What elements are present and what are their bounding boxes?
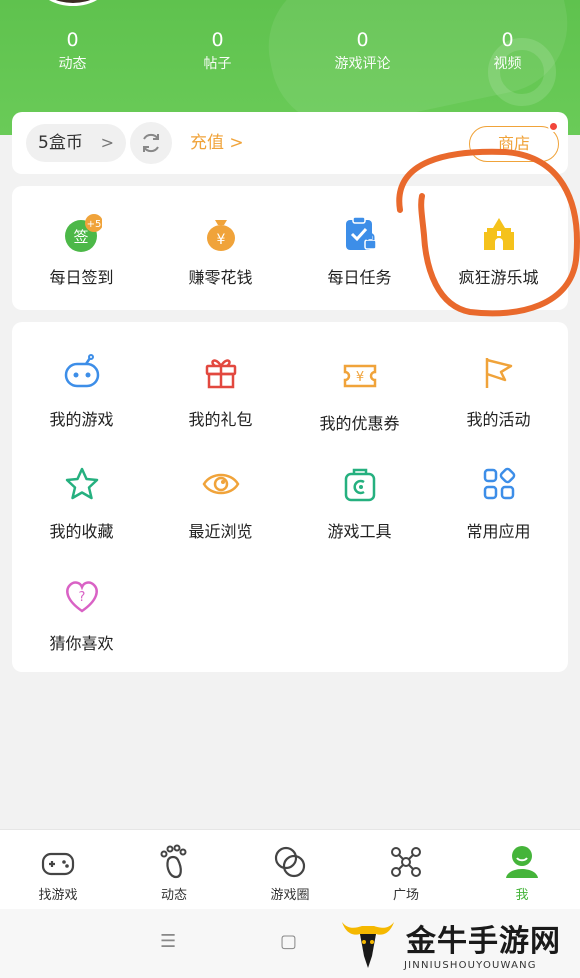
stat-videos[interactable]: 0 视频 xyxy=(435,28,580,76)
controller-icon xyxy=(38,842,78,882)
stat-label: 动态 xyxy=(58,56,87,72)
bottom-tab-bar: 找游戏 动态 游戏圈 广场 我 xyxy=(0,829,580,909)
crazy-amusement-city[interactable]: 疯狂游乐城 xyxy=(429,186,568,310)
quick-action-label: 赚零花钱 xyxy=(188,268,253,287)
tab-label: 我 xyxy=(515,888,529,903)
tab-label: 游戏圈 xyxy=(270,888,310,903)
stat-feed[interactable]: 0 动态 xyxy=(0,28,145,76)
sign-in-icon: 签 +5 xyxy=(62,214,103,254)
tab-label: 找游戏 xyxy=(38,888,78,903)
quick-actions-card: 签 +5 每日签到 ¥ 赚零花钱 每日任务 疯狂游乐城 xyxy=(12,186,568,310)
bull-logo-icon xyxy=(342,922,394,968)
sign-in-badge: +5 xyxy=(86,219,101,230)
stat-label: 游戏评论 xyxy=(334,56,391,72)
refresh-icon xyxy=(143,133,159,153)
menu-grid-card: 我的游戏 我的礼包 ¥ 我的优惠券 我的活动 我的收藏 最近浏览 游戏工具 常用… xyxy=(12,322,568,672)
menu-icon[interactable]: ☰ xyxy=(160,931,176,952)
coin-balance-label: 5盒币 xyxy=(38,133,83,153)
menu-my-favorites[interactable]: 我的收藏 xyxy=(12,464,151,542)
stats-row: 0 动态 0 帖子 0 游戏评论 0 视频 xyxy=(0,28,580,76)
task-clipboard-icon xyxy=(340,214,380,254)
menu-label: 我的礼包 xyxy=(188,410,253,429)
gamepad-icon xyxy=(62,352,102,392)
stat-value: 0 xyxy=(211,29,224,51)
money-bag-icon: ¥ xyxy=(201,214,241,254)
wallet-card: 5盒币 > 充值 > 商店 xyxy=(12,112,568,174)
quick-action-label: 每日签到 xyxy=(49,268,114,287)
daily-tasks[interactable]: 每日任务 xyxy=(290,186,429,310)
notification-dot xyxy=(548,121,559,132)
eye-icon xyxy=(201,464,241,504)
coupon-icon: ¥ xyxy=(340,356,380,396)
tab-label: 动态 xyxy=(160,888,187,903)
refresh-button[interactable] xyxy=(126,118,176,168)
stat-value: 0 xyxy=(356,29,369,51)
menu-label: 我的优惠券 xyxy=(319,414,400,433)
menu-label: 我的活动 xyxy=(466,410,531,429)
menu-label: 最近浏览 xyxy=(188,522,253,541)
heart-question-icon: ? xyxy=(62,576,102,616)
flag-icon xyxy=(479,352,519,392)
earn-pocket-money[interactable]: ¥ 赚零花钱 xyxy=(151,186,290,310)
menu-my-events[interactable]: 我的活动 xyxy=(429,352,568,430)
yuan-glyph: ¥ xyxy=(216,232,225,248)
apps-icon xyxy=(479,464,519,504)
toolbox-icon xyxy=(340,464,380,504)
stat-value: 0 xyxy=(66,29,79,51)
coin-balance-button[interactable]: 5盒币 > xyxy=(26,124,126,162)
menu-game-tools[interactable]: 游戏工具 xyxy=(290,464,429,542)
menu-my-games[interactable]: 我的游戏 xyxy=(12,352,151,430)
menu-label: 我的游戏 xyxy=(49,410,114,429)
avatar[interactable] xyxy=(38,0,108,6)
stat-label: 视频 xyxy=(493,56,522,72)
circles-icon xyxy=(270,842,310,882)
network-icon xyxy=(386,842,426,882)
stat-game-reviews[interactable]: 0 游戏评论 xyxy=(290,28,435,76)
menu-my-gifts[interactable]: 我的礼包 xyxy=(151,352,290,430)
stat-value: 0 xyxy=(501,29,514,51)
menu-common-apps[interactable]: 常用应用 xyxy=(429,464,568,542)
watermark-title: 金牛手游网 xyxy=(406,924,561,959)
tab-me[interactable]: 我 xyxy=(464,830,580,909)
person-icon xyxy=(502,842,542,882)
stat-label: 帖子 xyxy=(203,56,232,72)
quick-action-label: 疯狂游乐城 xyxy=(458,268,539,287)
watermark: 金牛手游网 JINNIUSHOUYOUWANG xyxy=(336,912,576,976)
menu-label: 常用应用 xyxy=(466,522,531,541)
svg-text:?: ? xyxy=(78,590,85,605)
tab-find-games[interactable]: 找游戏 xyxy=(0,830,116,909)
menu-label: 猜你喜欢 xyxy=(49,634,114,653)
chevron-right-icon: > xyxy=(100,133,114,152)
castle-icon xyxy=(479,214,519,254)
tab-game-circle[interactable]: 游戏圈 xyxy=(232,830,348,909)
watermark-subtitle: JINNIUSHOUYOUWANG xyxy=(404,960,537,971)
sign-in-glyph: 签 xyxy=(73,228,88,246)
menu-guess-you-like[interactable]: ? 猜你喜欢 xyxy=(12,576,151,654)
menu-label: 游戏工具 xyxy=(327,522,392,541)
menu-my-coupons[interactable]: ¥ 我的优惠券 xyxy=(290,356,429,434)
daily-sign-in[interactable]: 签 +5 每日签到 xyxy=(12,186,151,310)
tab-label: 广场 xyxy=(392,888,419,903)
star-icon xyxy=(62,464,102,504)
shop-button[interactable]: 商店 xyxy=(469,126,559,162)
quick-action-label: 每日任务 xyxy=(327,268,392,287)
menu-label: 我的收藏 xyxy=(49,522,114,541)
home-icon[interactable]: ▢ xyxy=(280,931,297,952)
footprint-icon xyxy=(154,842,194,882)
recharge-link[interactable]: 充值 > xyxy=(190,112,244,174)
menu-recent-views[interactable]: 最近浏览 xyxy=(151,464,290,542)
tab-feed[interactable]: 动态 xyxy=(116,830,232,909)
stat-posts[interactable]: 0 帖子 xyxy=(145,28,290,76)
svg-text:¥: ¥ xyxy=(355,370,363,385)
gift-icon xyxy=(201,352,241,392)
tab-plaza[interactable]: 广场 xyxy=(348,830,464,909)
